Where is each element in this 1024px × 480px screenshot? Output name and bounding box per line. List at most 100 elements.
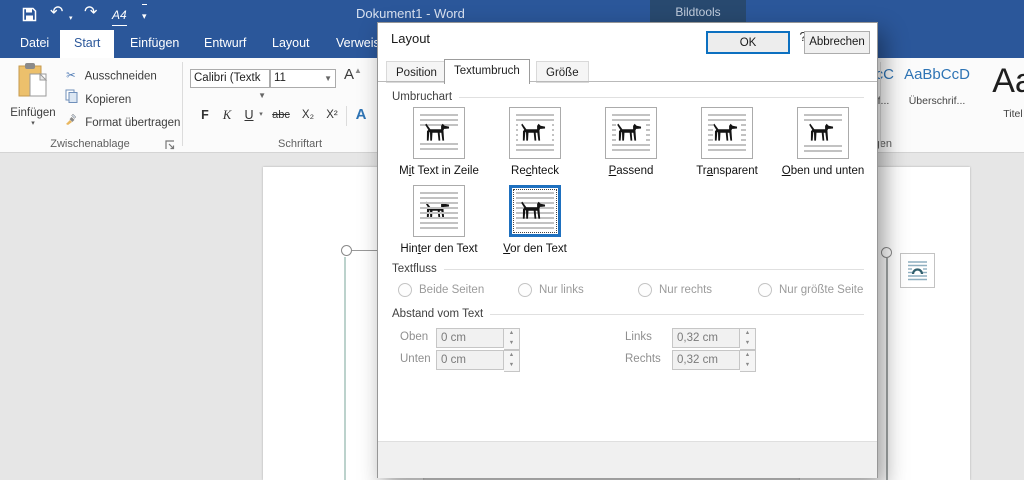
field-label-unten: Unten [400,353,431,365]
grow-font-button[interactable]: A▲ [344,66,362,83]
layout-options-icon [907,260,928,281]
style-label: Titel [978,108,1024,120]
radio-icon[interactable] [518,283,532,297]
qat-customize-icon[interactable]: ▾ [142,4,147,26]
italic-button[interactable]: K [216,104,238,126]
wrap-section-title: Umbruchart [392,91,452,103]
wrap-option-passend[interactable]: Passend [576,107,686,177]
dog-icon [521,123,549,143]
radio-nur-groesste-seite[interactable]: Nur größte Seite [758,283,863,297]
tab-entwurf[interactable]: Entwurf [190,30,260,58]
wrap-option-mit-text-in-zeile[interactable]: Mit Text in Zeile [384,107,494,177]
spin-down-icon: ▼ [740,361,755,371]
field-value[interactable]: 0,32 cm [672,350,740,370]
clipboard-dialog-launcher-icon[interactable] [165,140,175,150]
distance-section-title: Abstand vom Text [392,308,483,320]
radio-nur-rechts[interactable]: Nur rechts [638,283,712,297]
tab-datei[interactable]: Datei [6,30,63,58]
spin-down-icon: ▼ [740,339,755,349]
tab-layout[interactable]: Layout [258,30,324,58]
spin-buttons[interactable]: ▲▼ [504,328,520,350]
tab-start[interactable]: Start [60,30,114,58]
spin-buttons[interactable]: ▲▼ [504,350,520,372]
format-painter-button[interactable]: Format übertragen [62,112,180,133]
radio-icon[interactable] [758,283,772,297]
wrap-option-hinter-den-text[interactable]: Hinter den Text [384,185,494,255]
field-value[interactable]: 0 cm [436,328,504,348]
wrap-option-icon[interactable] [509,107,561,159]
save-icon[interactable] [22,7,37,22]
spinner-rechts[interactable]: 0,32 cm ▲▼ [672,350,756,372]
wrap-option-icon[interactable] [413,107,465,159]
cut-button[interactable]: ✂ Ausschneiden [62,66,157,87]
wrap-option-label: Oben und unten [768,165,878,177]
dog-icon [809,123,837,143]
dog-icon [713,123,741,143]
wrap-option-transparent[interactable]: Transparent [672,107,782,177]
wrap-option-rechteck[interactable]: Rechteck [480,107,590,177]
dialog-tab-position[interactable]: Position [386,61,447,83]
subscript-button[interactable]: X₂ [296,104,320,126]
radio-beide-seiten[interactable]: Beide Seiten [398,283,484,297]
dialog-tab-textumbruch[interactable]: Textumbruch [444,59,530,84]
image-selection-top-edge [352,250,380,251]
copy-button[interactable]: Kopieren [62,89,131,110]
wrap-option-oben-und-unten[interactable]: Oben und unten [768,107,878,177]
bold-button[interactable]: F [194,104,216,126]
dialog-tab-groesse[interactable]: Größe [536,61,589,83]
spin-down-icon: ▼ [504,339,519,349]
style-heading2[interactable]: AaBbCcD Überschrif... [902,66,972,107]
radio-nur-links[interactable]: Nur links [518,283,584,297]
field-value[interactable]: 0 cm [436,350,504,370]
style-title[interactable]: Aa Titel [978,66,1024,120]
wrap-option-icon[interactable] [605,107,657,159]
spinner-oben[interactable]: 0 cm ▲▼ [436,328,520,350]
spin-up-icon: ▲ [504,329,519,339]
chevron-down-icon[interactable]: ▼ [258,87,266,104]
clipboard-paste-icon [16,62,50,100]
image-resize-handle[interactable] [881,247,892,258]
ok-button[interactable]: OK [706,31,790,54]
image-resize-handle[interactable] [341,245,352,256]
wrap-option-icon-selected[interactable] [509,185,561,237]
spin-down-icon: ▼ [504,361,519,371]
radio-icon[interactable] [398,283,412,297]
flow-section-header: Textfluss [392,263,864,275]
spinner-unten[interactable]: 0 cm ▲▼ [436,350,520,372]
clipboard-group-label: Zwischenablage [30,138,150,150]
tab-einfuegen[interactable]: Einfügen [116,30,193,58]
paste-button[interactable]: Einfügen ▾ [4,62,62,148]
field-value[interactable]: 0,32 cm [672,328,740,348]
wrap-option-icon[interactable] [797,107,849,159]
word-app-window: ↶ ▾ ↷ A4 ▾ Dokument1 - Word Bildtools Da… [0,0,1024,480]
paste-dropdown-icon[interactable]: ▾ [4,119,62,127]
redo-icon[interactable]: ↷ [84,3,97,23]
radio-icon[interactable] [638,283,652,297]
wrap-option-icon[interactable] [701,107,753,159]
spin-buttons[interactable]: ▲▼ [740,328,756,350]
format-painter-icon [62,112,80,134]
wrap-option-label: Hinter den Text [384,243,494,255]
group-separator [880,62,881,146]
wrap-option-icon[interactable] [413,185,465,237]
undo-icon[interactable]: ↶ [50,3,63,23]
strikethrough-button[interactable]: abc [268,104,294,126]
image-selection-right-edge [886,258,888,480]
undo-dropdown-icon[interactable]: ▾ [69,9,73,29]
font-size-combo[interactable]: 11 ▼ [270,69,336,88]
radio-label: Nur links [539,284,584,296]
quick-style-icon[interactable]: A4 [112,5,127,26]
layout-options-button[interactable] [900,253,935,288]
spinner-links[interactable]: 0,32 cm ▲▼ [672,328,756,350]
chevron-down-icon[interactable]: ▼ [324,70,332,87]
paste-label: Einfügen [4,107,62,119]
text-effects-button[interactable]: A [350,104,372,126]
underline-dropdown-icon[interactable]: ▾ [256,104,266,126]
copy-icon [62,89,80,111]
cancel-button[interactable]: Abbrechen [804,31,870,54]
wrap-option-vor-den-text[interactable]: Vor den Text [480,185,590,255]
spin-buttons[interactable]: ▲▼ [740,350,756,372]
font-name-value: Calibri (Textk [194,72,260,84]
font-name-combo[interactable]: Calibri (Textk ▼ [190,69,270,88]
superscript-button[interactable]: X² [320,104,344,126]
